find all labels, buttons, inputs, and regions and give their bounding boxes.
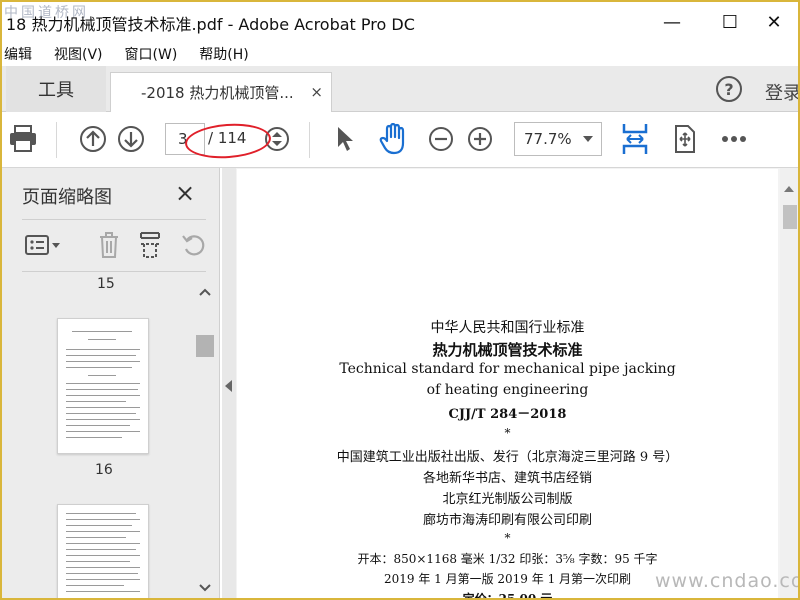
document-scroll-thumb[interactable] [783, 205, 797, 229]
menu-help[interactable]: 帮助(H) [193, 44, 254, 64]
title-bar: 中国道桥网 18 热力机械顶管技术标准.pdf - Adobe Acrobat … [0, 0, 800, 42]
doc-line: 中华人民共和国行业标准 [430, 320, 585, 336]
doc-line: Technical standard for mechanical pipe j… [339, 361, 676, 377]
thumbnail-label: 15 [97, 276, 115, 292]
printer-icon[interactable] [8, 124, 38, 154]
fit-page-icon[interactable] [672, 123, 698, 155]
close-window-button[interactable]: ✕ [752, 8, 796, 36]
hand-icon[interactable] [377, 122, 409, 156]
zoom-in-icon[interactable] [467, 126, 493, 152]
page-up-icon[interactable] [79, 125, 107, 153]
select-arrow-icon[interactable] [334, 125, 356, 153]
doc-line: 开本：850×1168 毫米 1/32 印张：3⅝ 字数：95 千字 [357, 552, 658, 566]
toolbar-separator [56, 122, 57, 158]
thumbnail-page-16[interactable] [57, 318, 149, 454]
help-icon[interactable]: ? [716, 76, 742, 102]
chevron-left-icon[interactable] [225, 380, 232, 392]
toolbar-separator [309, 122, 310, 158]
menu-window[interactable]: 窗口(W) [119, 44, 184, 64]
menu-view[interactable]: 视图(V) [48, 44, 109, 64]
login-button[interactable]: 登录 [765, 79, 800, 105]
menu-edit[interactable]: 编辑 [0, 44, 38, 64]
thumbnail-list: 15 16 [0, 272, 194, 600]
tab-close-button[interactable]: × [310, 83, 323, 101]
maximize-button[interactable]: ☐ [708, 8, 752, 36]
thumbnail-options-icon[interactable] [24, 232, 64, 258]
doc-line: 中国建筑工业出版社出版、发行（北京海淀三里河路 9 号） [336, 450, 679, 465]
doc-line: 廊坊市海涛印刷有限公司印刷 [422, 513, 592, 528]
more-icon[interactable] [720, 134, 748, 144]
delete-icon[interactable] [96, 230, 122, 260]
window-title: 18 热力机械顶管技术标准.pdf - Adobe Acrobat Pro DC [6, 15, 415, 34]
zoom-out-icon[interactable] [428, 126, 454, 152]
chevron-down-icon[interactable] [583, 136, 593, 142]
fit-width-icon[interactable] [621, 121, 649, 157]
minimize-button[interactable]: — [650, 8, 694, 36]
tab-document-label: -2018 热力机械顶管... [141, 84, 294, 102]
doc-separator: * [504, 426, 511, 440]
sidebar-scroll-thumb[interactable] [196, 335, 214, 357]
thumbnail-page-17[interactable] [57, 504, 149, 600]
sidebar-scrollbar[interactable] [194, 284, 216, 600]
divider [22, 219, 206, 220]
chevron-up-icon[interactable] [784, 186, 794, 192]
doc-line: 各地新华书店、建筑书店经销 [422, 471, 592, 486]
page-down-icon[interactable] [117, 125, 145, 153]
site-watermark-bottom: www.cndao.com [655, 570, 800, 592]
doc-code: CJJ/T 284－2018 [448, 407, 567, 422]
doc-separator: * [504, 531, 511, 545]
thumbnail-label: 16 [95, 462, 113, 478]
rotate-icon[interactable] [180, 231, 208, 259]
doc-line: 北京红光制版公司制版 [442, 492, 573, 507]
sidebar-title: 页面缩略图 [22, 187, 112, 208]
menu-bar: 编辑 视图(V) 窗口(W) 帮助(H) [0, 42, 800, 66]
sidebar-close-button[interactable]: × [175, 181, 195, 205]
document-scrollbar[interactable] [780, 168, 800, 600]
extract-page-icon[interactable] [137, 230, 163, 260]
doc-line: of heating engineering [426, 382, 589, 398]
tab-bar: 工具 -2018 热力机械顶管... × [0, 66, 800, 112]
tab-document[interactable]: -2018 热力机械顶管... × [110, 72, 332, 112]
tab-tools[interactable]: 工具 [6, 66, 106, 112]
doc-title: 热力机械顶管技术标准 [432, 341, 583, 359]
